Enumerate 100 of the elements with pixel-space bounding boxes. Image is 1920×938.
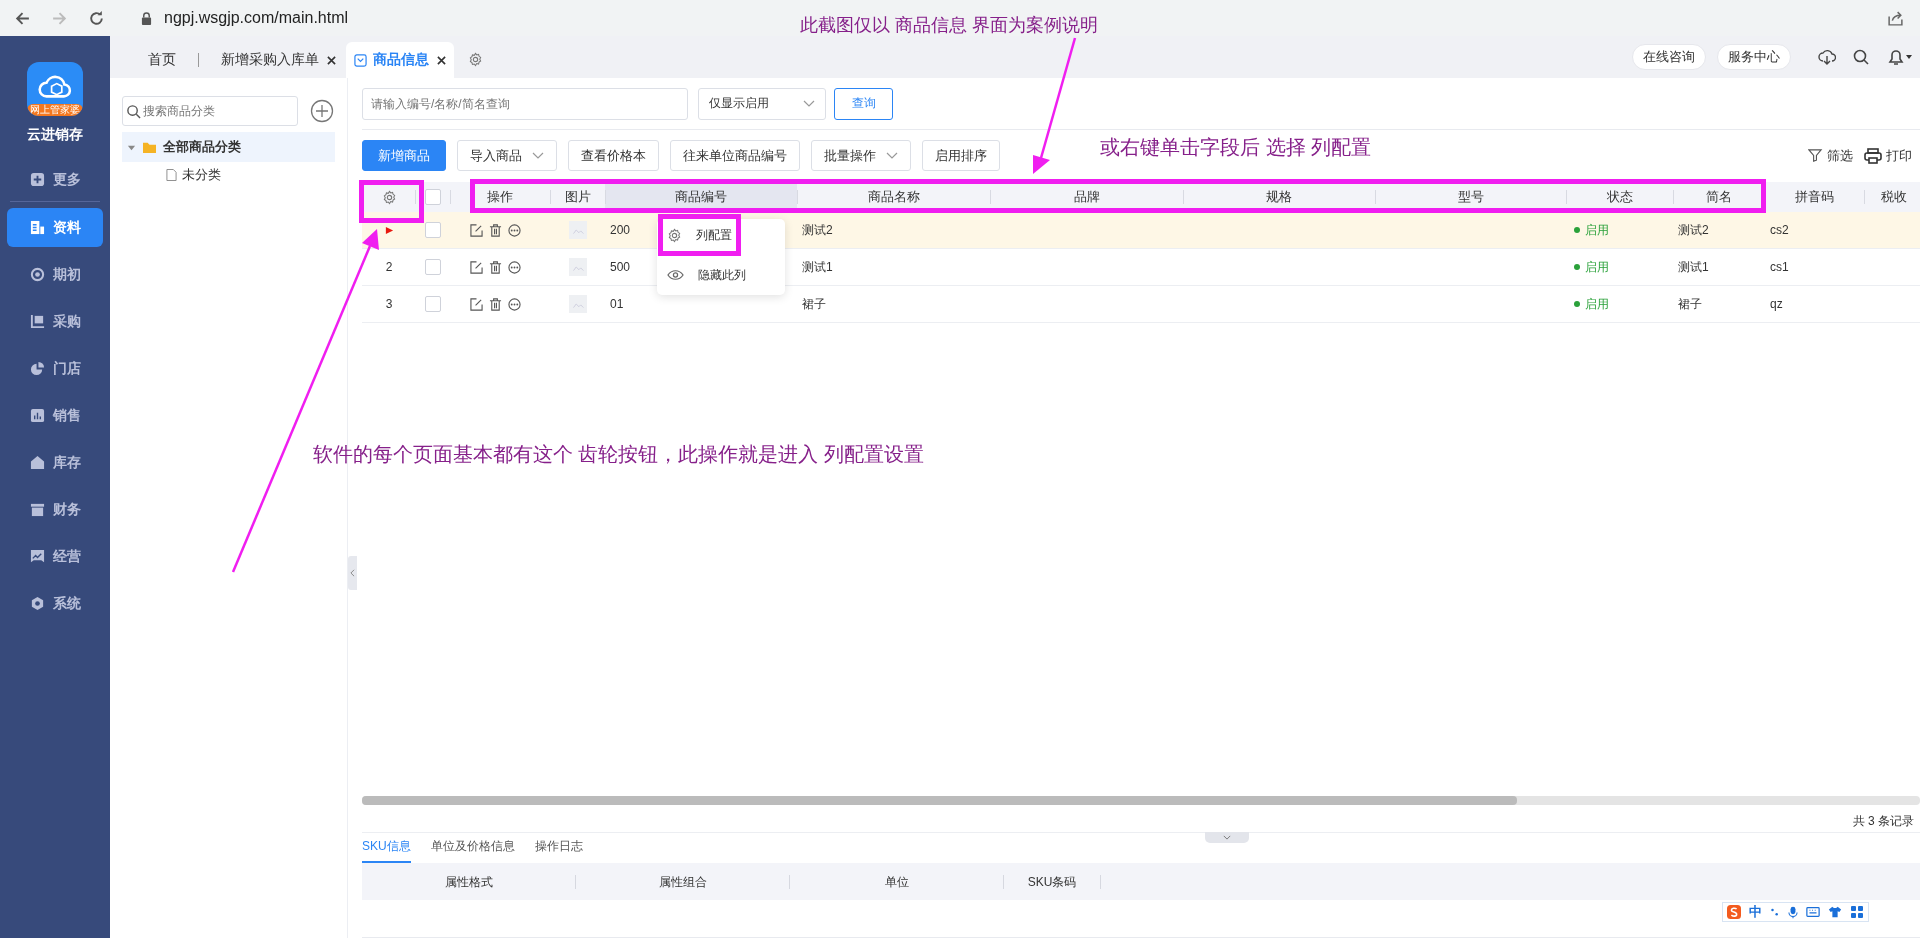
shirt-icon[interactable]: [1828, 905, 1842, 919]
column-header[interactable]: 单位: [790, 874, 1004, 889]
status-text: 启用: [1585, 295, 1609, 313]
cloud-icon: [38, 74, 72, 100]
status-text: 启用: [1585, 221, 1609, 239]
nav-item[interactable]: 期初: [7, 255, 103, 294]
nav-item[interactable]: 门店: [7, 349, 103, 388]
window-icon: [354, 53, 367, 67]
nav-item[interactable]: 库存: [7, 443, 103, 482]
collapse-handle[interactable]: [1205, 832, 1249, 843]
column-header[interactable]: 属性组合: [576, 874, 790, 889]
horizontal-scrollbar[interactable]: [362, 796, 1920, 805]
tree-item[interactable]: 未分类: [122, 162, 335, 188]
header-button[interactable]: 在线咨询: [1632, 44, 1706, 70]
column-header[interactable]: 拼音码: [1765, 182, 1864, 212]
table-cell: cs2: [1770, 223, 1789, 237]
page-tab[interactable]: 新增采购入库单: [213, 42, 344, 78]
search-icon[interactable]: [1852, 48, 1870, 66]
search-field[interactable]: 请输入编号/名称/简名查询: [362, 87, 688, 120]
row-checkbox[interactable]: [425, 259, 441, 275]
table-cell: 200: [610, 223, 631, 237]
edit-icon[interactable]: [470, 223, 483, 237]
dropdown-button[interactable]: 导入商品: [457, 140, 557, 171]
cloud-download-icon[interactable]: [1818, 48, 1836, 66]
eye-icon: [667, 269, 684, 281]
detail-tab[interactable]: 单位及价格信息: [430, 838, 515, 863]
toolbar-button[interactable]: 查看价格本: [568, 140, 659, 171]
document-icon: [29, 220, 45, 235]
edit-icon[interactable]: [470, 297, 483, 311]
keyboard-icon[interactable]: [1806, 905, 1820, 919]
column-header[interactable]: 税收: [1864, 182, 1920, 212]
close-icon[interactable]: [327, 55, 336, 65]
share-icon[interactable]: [1887, 9, 1904, 27]
table-cell: 测试2: [1678, 221, 1709, 239]
nav-item[interactable]: 采购: [7, 302, 103, 341]
add-product-button[interactable]: 新增商品: [362, 140, 446, 171]
chevron-left-icon: [350, 569, 355, 577]
row-checkbox[interactable]: [425, 222, 441, 238]
nav-item[interactable]: 系统: [7, 584, 103, 623]
row-checkbox[interactable]: [425, 296, 441, 312]
nav-item[interactable]: 财务: [7, 490, 103, 529]
page-tab[interactable]: 商品信息: [346, 42, 454, 78]
tray-icon: [29, 314, 45, 329]
nav-item[interactable]: 资料: [7, 208, 103, 247]
image-placeholder-icon: [568, 295, 587, 313]
nav-item[interactable]: 经营: [7, 537, 103, 576]
record-count: 共 3 条记录: [1851, 813, 1915, 830]
table-cell: 测试2: [802, 221, 833, 239]
status-text: 启用: [1585, 258, 1609, 276]
delete-icon[interactable]: [489, 223, 502, 237]
toolbar-button[interactable]: 启用排序: [922, 140, 1000, 171]
tree-item[interactable]: 全部商品分类: [122, 132, 335, 162]
image-placeholder-icon: [568, 221, 587, 239]
close-icon[interactable]: [437, 55, 446, 65]
menu-item[interactable]: 列配置: [667, 223, 732, 247]
category-search-field[interactable]: 搜索商品分类: [122, 96, 298, 126]
header-button[interactable]: 服务中心: [1717, 44, 1791, 70]
reload-icon[interactable]: [88, 9, 105, 27]
delete-icon[interactable]: [489, 260, 502, 274]
print-button[interactable]: 打印: [1864, 146, 1912, 165]
nav-item[interactable]: 销售: [7, 396, 103, 435]
pie-chart-icon: [29, 361, 45, 376]
ime-mode[interactable]: 中: [1749, 903, 1762, 921]
plus-icon: [29, 172, 45, 187]
detail-tab[interactable]: 操作日志: [534, 838, 583, 863]
chevron-down-icon: [1223, 835, 1231, 840]
collapse-handle[interactable]: [348, 556, 357, 590]
table-cell: 裙子: [1678, 295, 1702, 313]
grid-icon[interactable]: [1850, 905, 1864, 919]
filter-button[interactable]: 筛选: [1808, 146, 1853, 165]
highlight-frame: [359, 180, 424, 223]
delete-icon[interactable]: [489, 297, 502, 311]
select-all-checkbox[interactable]: [425, 189, 441, 205]
add-icon[interactable]: [310, 99, 334, 123]
bell-icon[interactable]: [1886, 48, 1912, 66]
annotation-text: 软件的每个页面基本都有这个 齿轮按钮，此操作就是进入 列配置设置: [313, 442, 924, 467]
toolbar-button[interactable]: 往来单位商品编号: [670, 140, 800, 171]
caret-icon: [803, 99, 815, 108]
annotation-text: 或右键单击字段后 选择 列配置: [1100, 135, 1372, 160]
hexagon-icon: [29, 596, 45, 611]
settings-icon[interactable]: [381, 189, 397, 205]
edit-icon[interactable]: [470, 260, 483, 274]
table-cell: 测试1: [802, 258, 833, 276]
settings-icon[interactable]: [468, 52, 483, 67]
more-icon[interactable]: [508, 297, 521, 311]
column-header[interactable]: SKU条码: [1004, 874, 1101, 889]
ime-toolbar[interactable]: 中: [1722, 902, 1869, 922]
query-button[interactable]: 查询: [834, 87, 893, 120]
page-tab[interactable]: 首页: [140, 42, 184, 78]
caret-icon: [886, 151, 898, 160]
menu-item[interactable]: 隐藏此列: [667, 263, 746, 287]
dropdown-button[interactable]: 批量操作: [811, 140, 911, 171]
folder-icon: [142, 140, 157, 154]
column-header[interactable]: 属性格式: [362, 874, 576, 889]
more-icon[interactable]: [508, 260, 521, 274]
more-icon[interactable]: [508, 223, 521, 237]
nav-item[interactable]: 更多: [7, 160, 103, 199]
microphone-icon[interactable]: [1788, 905, 1798, 919]
status-select[interactable]: 仅显示启用: [698, 87, 826, 120]
app-name: 云进销存: [27, 126, 83, 144]
